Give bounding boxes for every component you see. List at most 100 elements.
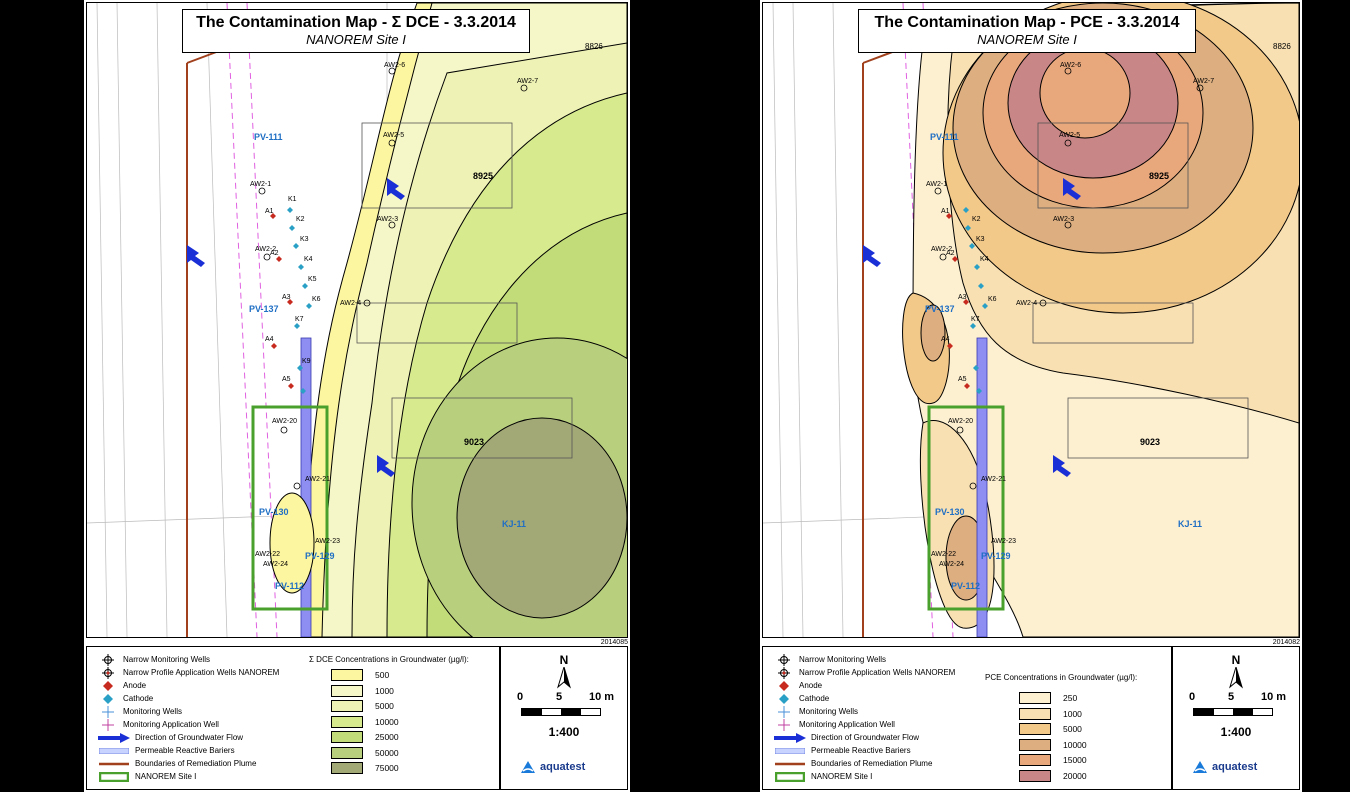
- concentration-legend-row: 1000: [331, 684, 394, 697]
- logo-text: aquatest: [1212, 761, 1258, 773]
- legend-label: Cathode: [123, 694, 154, 703]
- concentration-swatch: [1019, 769, 1051, 782]
- svg-text:AW2-4: AW2-4: [340, 300, 361, 307]
- svg-text:A2: A2: [946, 250, 955, 257]
- svg-text:A5: A5: [958, 376, 967, 383]
- svg-text:8826: 8826: [1273, 42, 1291, 51]
- svg-text:K7: K7: [971, 316, 980, 323]
- svg-text:K4: K4: [304, 256, 313, 263]
- legend-item: Monitoring Wells: [773, 705, 858, 718]
- concentration-label: 15000: [1063, 755, 1087, 765]
- legend-label: NANOREM Site I: [135, 772, 197, 781]
- flow-arrow-icon: [773, 732, 807, 744]
- svg-text:AW2-3: AW2-3: [1053, 216, 1074, 223]
- monitoring-application-well-icon: [773, 718, 795, 731]
- concentration-label: 50000: [375, 747, 399, 758]
- scale-tick-5: 5: [556, 691, 563, 703]
- svg-text:K1: K1: [288, 196, 297, 203]
- legend-item: Direction of Groundwater Flow: [773, 731, 919, 744]
- scale-bar: [521, 708, 601, 716]
- concentration-legend-row: 250: [1019, 692, 1077, 704]
- narrow-monitoring-well-icon: [773, 653, 795, 666]
- svg-text:PV-111: PV-111: [930, 132, 959, 142]
- aquatest-logo-icon: [1193, 761, 1207, 773]
- svg-text:AW2-21: AW2-21: [981, 476, 1006, 483]
- north-arrow-icon: [1229, 667, 1243, 689]
- legend-label: Permeable Reactive Bariers: [135, 746, 235, 755]
- concentration-swatch: [331, 762, 363, 774]
- svg-text:AW2-22: AW2-22: [931, 551, 956, 558]
- concentration-label: 20000: [1063, 770, 1087, 781]
- legend-box: Narrow Monitoring Wells Narrow Profile A…: [86, 646, 500, 790]
- svg-text:PV-129: PV-129: [305, 551, 335, 561]
- scale-box: N 0 5 10 m 1:400 aquatest: [1172, 646, 1300, 790]
- concentration-swatch: [1019, 738, 1051, 751]
- svg-text:A3: A3: [958, 294, 967, 301]
- scale-tick-0: 0: [1189, 691, 1196, 703]
- svg-text:8925: 8925: [1149, 171, 1169, 181]
- legend-item: Cathode: [97, 692, 153, 705]
- pce-map-area: AW2-6 AW2-7 AW2-5 AW2-1 AW2-2 AW2-3 AW2-4 AW2…: [762, 2, 1300, 638]
- svg-text:PV-137: PV-137: [249, 304, 279, 314]
- application-well-icon: [773, 666, 795, 679]
- logo-text: aquatest: [540, 761, 586, 773]
- svg-text:A1: A1: [941, 208, 950, 215]
- svg-text:PV-137: PV-137: [925, 304, 955, 314]
- legend-item: Narrow Profile Application Wells NANOREM: [97, 666, 279, 679]
- map-subtitle: NANOREM Site I: [306, 32, 406, 47]
- svg-text:PV-111: PV-111: [254, 132, 283, 142]
- north-label: N: [1231, 653, 1241, 667]
- svg-text:8826: 8826: [585, 42, 603, 51]
- svg-text:PV-112: PV-112: [951, 581, 980, 591]
- scale-ratio: 1:400: [1220, 725, 1252, 739]
- concentration-legend-row: 5000: [1019, 723, 1082, 735]
- north-arrow-icon: [557, 667, 571, 689]
- hatched-barrier-icon: [97, 745, 131, 757]
- svg-text:AW2-3: AW2-3: [377, 216, 398, 223]
- map-title-box: The Contamination Map - Σ DCE - 3.3.2014…: [182, 9, 530, 53]
- svg-text:AW2-4: AW2-4: [1016, 300, 1037, 307]
- legend-label: Monitoring Application Well: [799, 720, 895, 729]
- pce-map-drawing: AW2-6AW2-7AW2-5 AW2-1AW2-2AW2-3 AW2-4AW2…: [763, 3, 1299, 637]
- legend-item: Boundaries of Remediation Plume: [773, 757, 932, 770]
- concentration-legend-row: 5000: [331, 700, 394, 712]
- anode-icon: [773, 680, 795, 692]
- svg-text:AW2-22: AW2-22: [255, 551, 280, 558]
- monitoring-well-icon: [97, 705, 119, 718]
- concentration-label: 10000: [1063, 739, 1087, 750]
- svg-text:A1: A1: [265, 208, 274, 215]
- cathode-icon: [97, 693, 119, 705]
- svg-text:AW2-23: AW2-23: [315, 538, 340, 545]
- svg-text:K4: K4: [980, 256, 989, 263]
- map-title: The Contamination Map - Σ DCE - 3.3.2014: [196, 14, 516, 31]
- aquatest-logo-icon: [521, 761, 535, 773]
- legend-item: Monitoring Application Well: [773, 718, 895, 731]
- hatched-barrier-icon: [773, 745, 807, 757]
- map-code: 2014085: [600, 639, 628, 646]
- site-boundary-rect-icon: [773, 771, 807, 783]
- legend-label: Boundaries of Remediation Plume: [811, 759, 933, 768]
- concentration-label: 25000: [375, 732, 399, 742]
- site-boundary-rect-icon: [97, 771, 131, 783]
- svg-text:AW2-24: AW2-24: [263, 561, 288, 568]
- svg-text:PV-130: PV-130: [935, 507, 965, 517]
- concentration-label: 1000: [1063, 708, 1082, 719]
- map-title-box: The Contamination Map - PCE - 3.3.2014 N…: [858, 9, 1196, 53]
- svg-text:A4: A4: [941, 336, 950, 343]
- legend-label: Narrow Monitoring Wells: [123, 655, 210, 664]
- legend-label: Anode: [799, 681, 823, 690]
- svg-text:KJ-11: KJ-11: [502, 519, 526, 529]
- svg-text:AW2-5: AW2-5: [1059, 132, 1080, 139]
- svg-text:A3: A3: [282, 294, 291, 301]
- svg-text:AW2-5: AW2-5: [383, 132, 404, 139]
- legend-item: Narrow Profile Application Wells NANOREM: [773, 666, 955, 679]
- legend-label: Anode: [123, 681, 147, 690]
- concentration-swatch: [1019, 723, 1051, 735]
- concentration-legend-row: 15000: [1019, 754, 1087, 766]
- concentration-label: 5000: [1063, 724, 1082, 734]
- concentration-label: 500: [375, 670, 390, 680]
- svg-text:AW2-24: AW2-24: [939, 561, 964, 568]
- concentration-title: Σ DCE Concentrations in Groundwater (µg/…: [309, 655, 469, 664]
- svg-text:A4: A4: [265, 336, 274, 343]
- concentration-swatch: [1019, 692, 1051, 704]
